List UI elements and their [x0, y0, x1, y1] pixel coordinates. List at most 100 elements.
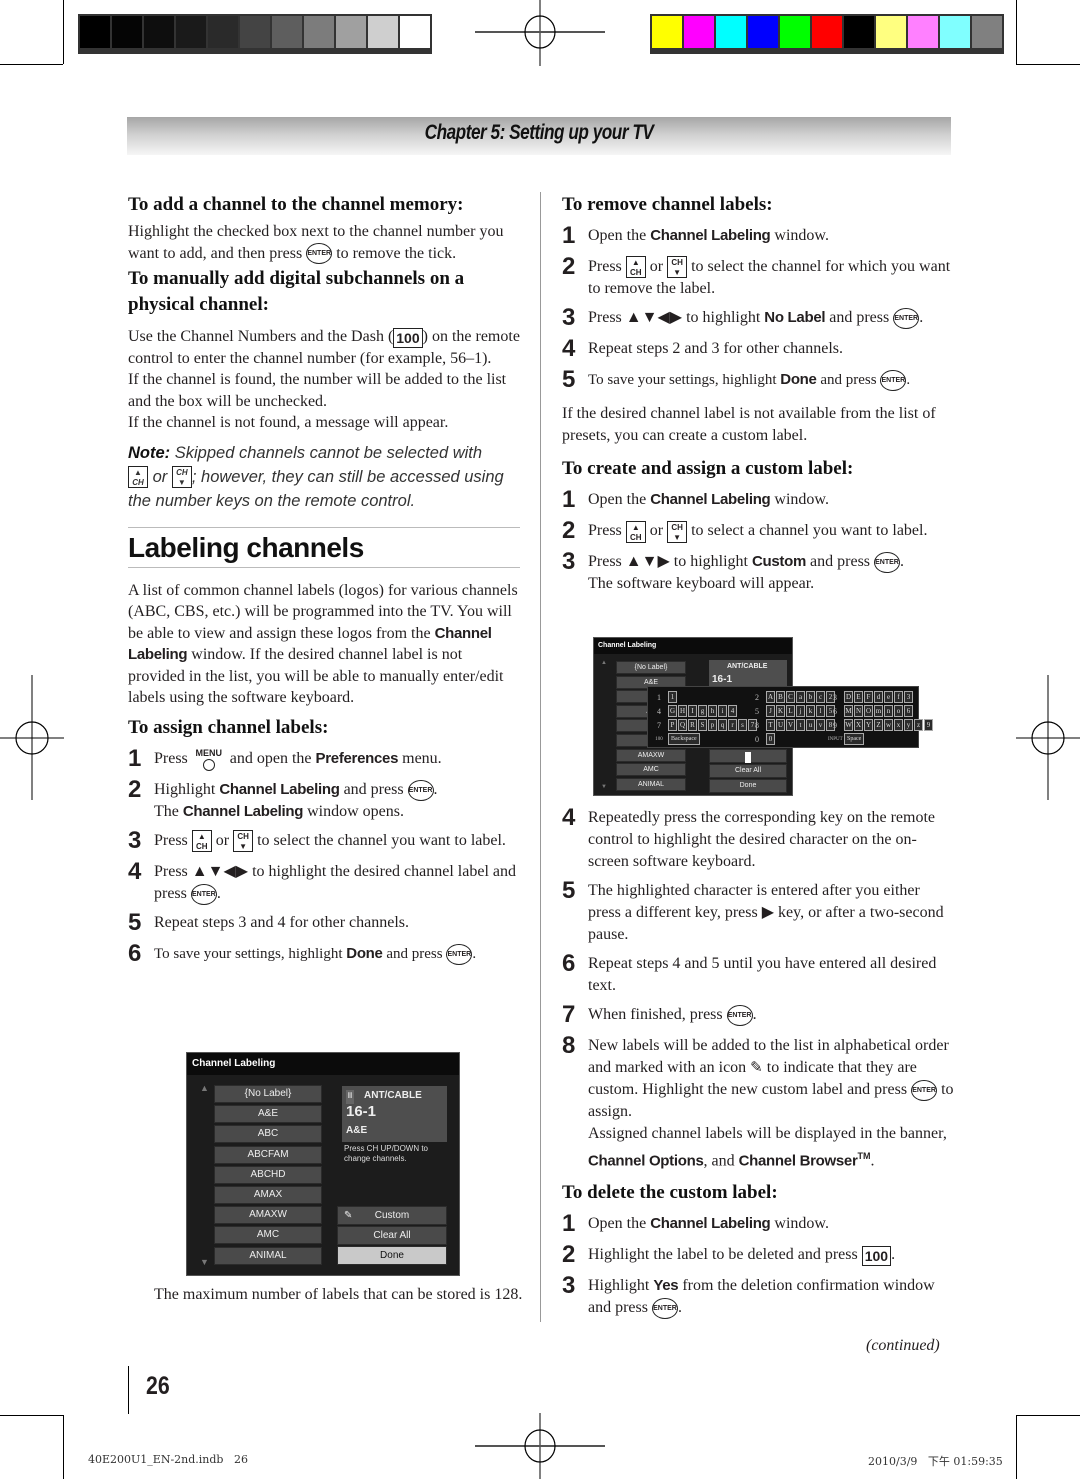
keyboard-key[interactable]: v [816, 719, 825, 731]
keyboard-key[interactable]: F [864, 691, 873, 703]
scroll-up-arrow-icon[interactable]: ▲ [601, 660, 607, 666]
channel-label-option[interactable]: AMC [214, 1226, 322, 1245]
keyboard-key[interactable]: D [844, 691, 853, 703]
keyboard-key[interactable]: 3 [904, 691, 913, 703]
keyboard-key[interactable]: z [914, 719, 923, 731]
channel-label-option[interactable]: ANIMAL [616, 777, 686, 791]
keyboard-key[interactable]: R [688, 719, 697, 731]
keyboard-key[interactable]: U [776, 719, 785, 731]
keyboard-key[interactable]: W [844, 719, 853, 731]
keyboard-key[interactable]: l [816, 705, 825, 717]
channel-label-option[interactable]: ANIMAL [214, 1246, 322, 1265]
scroll-up-arrow-icon[interactable]: ▲ [200, 1083, 209, 1093]
channel-label-option[interactable]: {No Label} [214, 1085, 322, 1103]
keyboard-key[interactable]: o [894, 705, 903, 717]
channel-label-option[interactable]: ABC [214, 1125, 322, 1144]
channel-label-option[interactable]: AMAXW [214, 1206, 322, 1225]
keyboard-key[interactable]: A [766, 691, 775, 703]
keyboard-key[interactable]: p [708, 719, 717, 731]
keyboard-key[interactable]: w [884, 719, 893, 731]
keyboard-key[interactable]: Backspace [668, 733, 700, 745]
keyboard-key[interactable]: a [796, 691, 805, 703]
keyboard-key[interactable]: 0 [766, 733, 775, 745]
keyboard-key[interactable]: j [796, 705, 805, 717]
keyboard-key[interactable]: h [708, 705, 717, 717]
keyboard-key[interactable]: Q [678, 719, 687, 731]
color-swatch [812, 16, 842, 48]
channel-down-icon: CH ▼ [171, 466, 192, 489]
scroll-down-arrow-icon[interactable]: ▼ [601, 784, 607, 790]
keyboard-key[interactable]: 1 [668, 691, 677, 703]
remove-step-1: 1 Open the Channel Labeling window. [562, 222, 829, 249]
keyboard-key[interactable]: J [766, 705, 775, 717]
channel-label-option[interactable]: AMC [616, 763, 686, 777]
keyboard-key[interactable]: 9 [924, 719, 933, 731]
remove-heading: To remove channel labels: [562, 194, 773, 215]
keyboard-key[interactable]: B [776, 691, 785, 703]
color-swatch [272, 16, 302, 48]
keyboard-key[interactable]: i [718, 705, 727, 717]
keyboard-key[interactable]: E [854, 691, 863, 703]
enter-button-icon: ENTER [911, 1079, 938, 1101]
keyboard-key[interactable]: d [874, 691, 883, 703]
keyboard-key[interactable]: g [698, 705, 707, 717]
color-swatch [940, 16, 970, 48]
keyboard-key[interactable]: r [728, 719, 737, 731]
keyboard-key[interactable]: H [678, 705, 687, 717]
antenna-icon: 𝍫 [346, 1090, 354, 1104]
keyboard-key[interactable]: y [904, 719, 913, 731]
software-keyboard: 112ABCabc23DEFdef34GHIghi45JKLjkl56MNOmn… [647, 686, 933, 748]
scroll-down-arrow-icon[interactable]: ▼ [200, 1257, 209, 1267]
keyboard-key[interactable]: n [884, 705, 893, 717]
channel-label-option[interactable]: AMAX [214, 1186, 322, 1204]
color-swatch [780, 16, 810, 48]
keyboard-key[interactable]: N [854, 705, 863, 717]
keyboard-key[interactable]: G [668, 705, 677, 717]
keyboard-key[interactable]: Y [864, 719, 873, 731]
keyboard-key[interactable]: b [806, 691, 815, 703]
remote-number-key-icon: 2 [755, 692, 759, 702]
keyboard-key[interactable]: f [894, 691, 903, 703]
clear-all-button[interactable]: Clear All [337, 1226, 447, 1245]
keyboard-key[interactable]: M [844, 705, 853, 717]
custom-button[interactable]: ✎ Custom [337, 1206, 447, 1225]
assign-step-3: 3 Press ▲ CH or CH ▼ to select the channel… [128, 826, 506, 854]
keyboard-key[interactable]: S [698, 719, 707, 731]
keyboard-key[interactable]: P [668, 719, 677, 731]
keyboard-key[interactable]: I [688, 705, 697, 717]
keyboard-key[interactable]: u [806, 719, 815, 731]
keyboard-key[interactable]: e [884, 691, 893, 703]
keyboard-key[interactable]: C [786, 691, 795, 703]
enter-button-icon: ENTER [651, 1298, 678, 1320]
registration-mark-left [0, 675, 64, 800]
done-button[interactable]: Done [337, 1246, 447, 1265]
color-swatch [652, 16, 682, 48]
channel-label-option[interactable]: ABCHD [214, 1165, 322, 1184]
keyboard-key[interactable]: Z [874, 719, 883, 731]
keyboard-key[interactable]: x [894, 719, 903, 731]
keyboard-key[interactable]: L [786, 705, 795, 717]
keyboard-key-group: 00 [750, 733, 776, 745]
keyboard-key[interactable]: V [786, 719, 795, 731]
custom-entry-field[interactable] [709, 749, 787, 763]
keyboard-key[interactable]: s [738, 719, 747, 731]
clear-all-button[interactable]: Clear All [709, 764, 787, 778]
channel-label-option[interactable]: A&E [214, 1105, 322, 1124]
keyboard-key[interactable]: k [806, 705, 815, 717]
color-swatch [80, 16, 110, 48]
channel-label-option[interactable]: {No Label} [616, 661, 686, 674]
keyboard-key[interactable]: X [854, 719, 863, 731]
keyboard-key[interactable]: Space [844, 733, 865, 745]
done-button[interactable]: Done [709, 779, 787, 793]
keyboard-key[interactable]: O [864, 705, 873, 717]
channel-label-option[interactable]: ABCFAM [214, 1145, 322, 1164]
keyboard-key[interactable]: T [766, 719, 775, 731]
keyboard-key[interactable]: 6 [904, 705, 913, 717]
keyboard-key[interactable]: 4 [728, 705, 737, 717]
keyboard-key[interactable]: K [776, 705, 785, 717]
keyboard-key[interactable]: q [718, 719, 727, 731]
keyboard-key[interactable]: c [816, 691, 825, 703]
channel-label-option[interactable]: AMAXW [616, 748, 686, 762]
keyboard-key[interactable]: m [874, 705, 883, 717]
keyboard-key[interactable]: t [796, 719, 805, 731]
